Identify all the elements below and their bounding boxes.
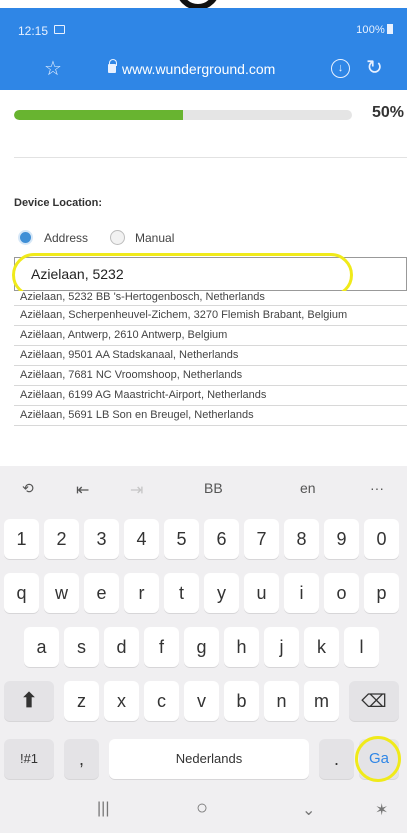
key-g[interactable]: g	[184, 627, 219, 667]
keyboard-toolbar: ⟲ ⇤ ⇥ BB en ···	[0, 466, 407, 516]
tab-back-key[interactable]: ⇤	[76, 480, 89, 500]
suggestion-item[interactable]: Aziëlaan, 5691 LB Son en Breugel, Nether…	[14, 406, 407, 426]
key-p[interactable]: p	[364, 573, 399, 613]
status-right: 100%	[356, 24, 393, 36]
suggestion-list: Azielaan, 5232 BB 's-Hertogenbosch, Neth…	[14, 291, 407, 426]
more-key[interactable]: ···	[370, 480, 384, 496]
key-o[interactable]: o	[324, 573, 359, 613]
key-f[interactable]: f	[144, 627, 179, 667]
progress-fill	[14, 110, 183, 120]
key-q[interactable]: q	[4, 573, 39, 613]
radio-manual[interactable]	[110, 230, 125, 245]
key-w[interactable]: w	[44, 573, 79, 613]
key-b[interactable]: b	[224, 681, 259, 721]
key-4[interactable]: 4	[124, 519, 159, 559]
accessibility-icon[interactable]: ✶	[375, 800, 388, 820]
image-notification-icon	[54, 25, 65, 34]
suggestion-item[interactable]: Aziëlaan, Scherpenheuvel-Zichem, 3270 Fl…	[14, 306, 407, 326]
progress-bar	[14, 110, 352, 120]
address-input[interactable]	[14, 257, 407, 291]
go-key[interactable]: Ga	[359, 739, 399, 779]
suggestion-item[interactable]: Azielaan, 5232 BB 's-Hertogenbosch, Neth…	[14, 291, 407, 306]
device-location-label: Device Location:	[14, 197, 103, 209]
tab-forward-key[interactable]: ⇥	[130, 480, 143, 500]
key-y[interactable]: y	[204, 573, 239, 613]
key-k[interactable]: k	[304, 627, 339, 667]
key-e[interactable]: e	[84, 573, 119, 613]
key-x[interactable]: x	[104, 681, 139, 721]
key-1[interactable]: 1	[4, 519, 39, 559]
radio-address[interactable]	[18, 230, 33, 245]
suggestion-item[interactable]: Aziëlaan, 6199 AG Maastricht-Airport, Ne…	[14, 386, 407, 406]
address-bar: ☆ www.wunderground.com ↓ ↻	[0, 54, 407, 86]
key-2[interactable]: 2	[44, 519, 79, 559]
url-text[interactable]: www.wunderground.com	[122, 61, 275, 77]
backspace-icon: ⌫	[361, 691, 387, 711]
key-j[interactable]: j	[264, 627, 299, 667]
star-outline-icon[interactable]: ☆	[44, 56, 62, 81]
symbols-key[interactable]: !#1	[4, 739, 54, 779]
space-key[interactable]: Nederlands	[109, 739, 309, 779]
key-v[interactable]: v	[184, 681, 219, 721]
key-d[interactable]: d	[104, 627, 139, 667]
key-l[interactable]: l	[344, 627, 379, 667]
back-chevron-icon[interactable]: ⌄	[302, 800, 315, 820]
radio-address-label[interactable]: Address	[44, 231, 88, 245]
battery-percent: 100%	[356, 24, 385, 36]
home-icon[interactable]: ○	[196, 797, 208, 820]
navigation-bar: ||| ○ ⌄ ✶	[0, 792, 407, 833]
battery-icon	[387, 24, 393, 34]
lock-icon	[108, 59, 117, 73]
key-7[interactable]: 7	[244, 519, 279, 559]
download-icon[interactable]: ↓	[331, 59, 350, 78]
key-h[interactable]: h	[224, 627, 259, 667]
reload-icon[interactable]: ↻	[366, 55, 383, 80]
divider	[14, 157, 407, 158]
browser-chrome: 12:15 100% ☆ www.wunderground.com ↓ ↻	[0, 8, 407, 90]
key-m[interactable]: m	[304, 681, 339, 721]
shift-key[interactable]: ⬆	[4, 681, 54, 721]
key-r[interactable]: r	[124, 573, 159, 613]
clipboard-icon[interactable]: ⟲	[22, 480, 34, 497]
key-n[interactable]: n	[264, 681, 299, 721]
key-3[interactable]: 3	[84, 519, 119, 559]
suggestion-item[interactable]: Aziëlaan, 9501 AA Stadskanaal, Netherlan…	[14, 346, 407, 366]
shift-arrow-icon: ⬆	[20, 690, 38, 712]
key-z[interactable]: z	[64, 681, 99, 721]
key-i[interactable]: i	[284, 573, 319, 613]
suggestion-item[interactable]: Aziëlaan, Antwerp, 2610 Antwerp, Belgium	[14, 326, 407, 346]
backspace-key[interactable]: ⌫	[349, 681, 399, 721]
progress-percent: 50%	[372, 104, 405, 121]
key-c[interactable]: c	[144, 681, 179, 721]
key-a[interactable]: a	[24, 627, 59, 667]
status-time: 12:15	[18, 24, 49, 38]
key-t[interactable]: t	[164, 573, 199, 613]
period-key[interactable]: .	[319, 739, 354, 779]
key-5[interactable]: 5	[164, 519, 199, 559]
recents-icon[interactable]: |||	[97, 800, 109, 818]
key-0[interactable]: 0	[364, 519, 399, 559]
key-9[interactable]: 9	[324, 519, 359, 559]
key-s[interactable]: s	[64, 627, 99, 667]
key-u[interactable]: u	[244, 573, 279, 613]
bb-key[interactable]: BB	[204, 480, 223, 496]
radio-manual-label[interactable]: Manual	[135, 231, 174, 245]
key-6[interactable]: 6	[204, 519, 239, 559]
language-key[interactable]: en	[300, 480, 316, 496]
comma-key[interactable]: ,	[64, 739, 99, 779]
key-8[interactable]: 8	[284, 519, 319, 559]
suggestion-item[interactable]: Aziëlaan, 7681 NC Vroomshoop, Netherland…	[14, 366, 407, 386]
